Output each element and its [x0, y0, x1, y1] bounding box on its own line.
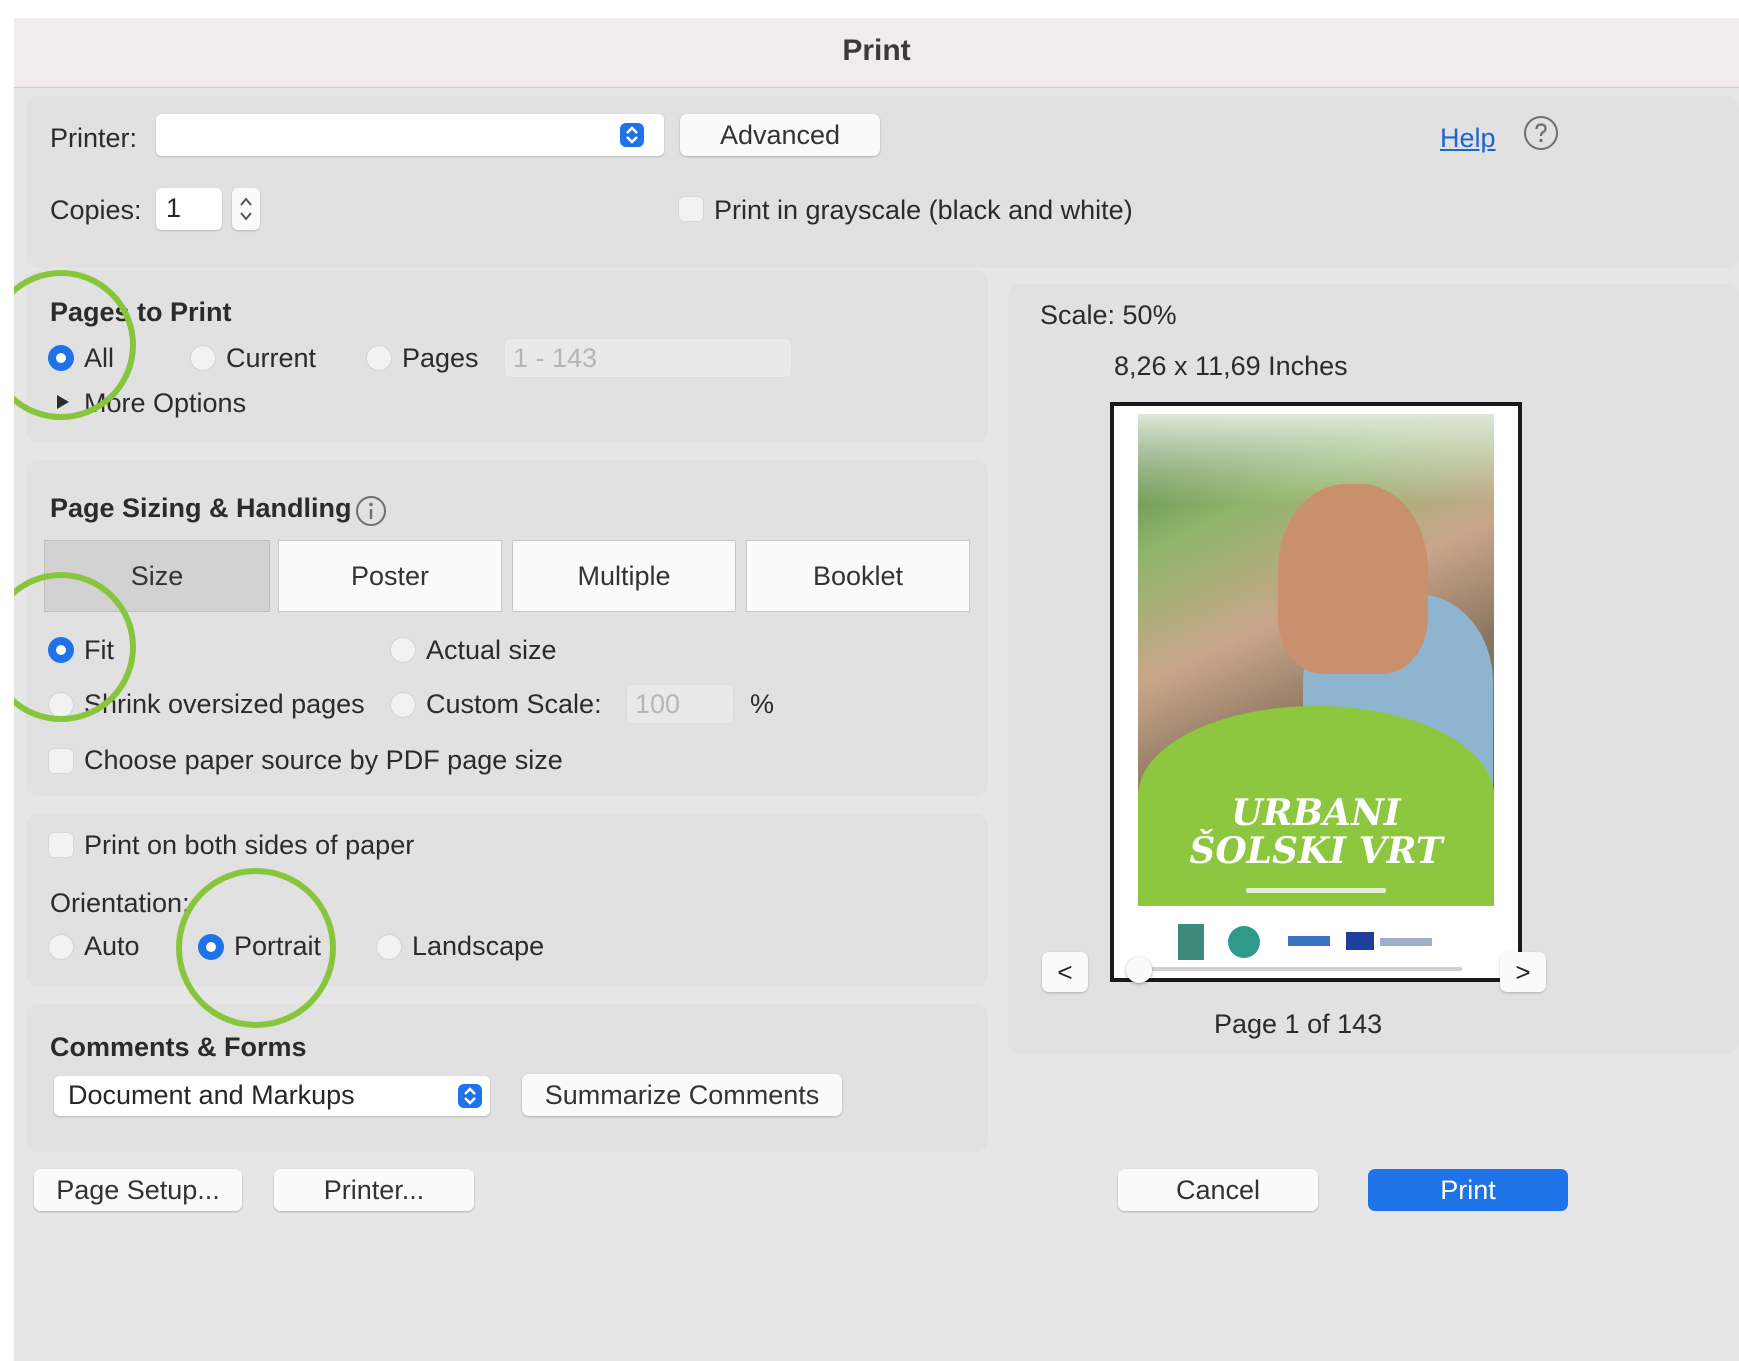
previous-page-button[interactable]: <	[1042, 952, 1088, 992]
page-slider-track[interactable]	[1132, 967, 1462, 971]
pages-range-input[interactable]: 1 - 143	[504, 338, 792, 378]
shrink-label[interactable]: Shrink oversized pages	[84, 688, 365, 720]
custom-scale-value: 100	[635, 689, 681, 719]
pages-current-radio[interactable]	[190, 345, 216, 371]
print-button[interactable]: Print	[1368, 1169, 1568, 1211]
paper-source-checkbox[interactable]	[48, 748, 74, 774]
page-setup-button[interactable]: Page Setup...	[34, 1169, 242, 1211]
copies-stepper[interactable]	[232, 188, 260, 230]
comments-forms-heading: Comments & Forms	[50, 1032, 307, 1062]
page-preview-thumbnail: URBANI ŠOLSKI VRT	[1110, 402, 1522, 982]
page-slider-knob[interactable]	[1126, 957, 1152, 983]
printer-label: Printer:	[50, 123, 138, 153]
cover-title-panel: URBANI ŠOLSKI VRT	[1138, 706, 1494, 906]
pages-current-label[interactable]: Current	[226, 342, 316, 374]
title-bar: Print	[14, 18, 1739, 88]
cover-logos	[1138, 914, 1494, 974]
orientation-landscape-label[interactable]: Landscape	[412, 930, 544, 962]
orientation-label: Orientation:	[50, 888, 190, 918]
pages-range-radio[interactable]	[366, 345, 392, 371]
comments-forms-select[interactable]: Document and Markups	[54, 1076, 490, 1116]
select-arrows-icon	[620, 123, 644, 147]
cancel-button[interactable]: Cancel	[1118, 1169, 1318, 1211]
preview-dimensions: 8,26 x 11,69 Inches	[1114, 351, 1348, 381]
paper-source-label: Choose paper source by PDF page size	[84, 745, 563, 775]
pages-range-label[interactable]: Pages	[402, 342, 479, 374]
grayscale-checkbox[interactable]	[678, 196, 704, 222]
comments-forms-value: Document and Markups	[68, 1080, 355, 1110]
actual-size-label[interactable]: Actual size	[426, 634, 557, 666]
copies-label: Copies:	[50, 195, 142, 225]
highlight-circle-portrait	[176, 868, 336, 1028]
select-arrows-icon	[458, 1084, 482, 1108]
tab-multiple[interactable]: Multiple	[512, 540, 736, 612]
copies-value: 1	[166, 193, 182, 223]
cover-title-line2: ŠOLSKI VRT	[1189, 830, 1443, 872]
page-sizing-heading: Page Sizing & Handling	[50, 493, 352, 523]
printer-button[interactable]: Printer...	[274, 1169, 474, 1211]
dialog-title: Print	[842, 34, 911, 67]
copies-input[interactable]: 1	[156, 188, 222, 230]
page-indicator: Page 1 of 143	[1214, 1009, 1383, 1039]
stepper-arrows-icon	[240, 197, 252, 221]
orientation-landscape-radio[interactable]	[376, 934, 402, 960]
percent-sign: %	[750, 689, 775, 719]
orientation-auto-label[interactable]: Auto	[84, 930, 140, 962]
custom-scale-label[interactable]: Custom Scale:	[426, 688, 602, 720]
help-link[interactable]: Help	[1440, 122, 1496, 154]
summarize-comments-button[interactable]: Summarize Comments	[522, 1074, 842, 1116]
info-icon[interactable]	[354, 494, 388, 533]
pages-range-placeholder: 1 - 143	[513, 343, 598, 373]
print-dialog: Print Printer: Advanced Help Copies: 1 P…	[14, 18, 1739, 1361]
duplex-label: Print on both sides of paper	[84, 830, 415, 860]
next-page-button[interactable]: >	[1500, 952, 1546, 992]
orientation-auto-radio[interactable]	[48, 934, 74, 960]
advanced-button[interactable]: Advanced	[680, 114, 880, 156]
duplex-checkbox[interactable]	[48, 832, 74, 858]
custom-scale-radio[interactable]	[390, 692, 416, 718]
preview-scale: Scale: 50%	[1040, 300, 1177, 330]
help-icon[interactable]	[1522, 114, 1560, 157]
actual-size-radio[interactable]	[390, 637, 416, 663]
tab-poster[interactable]: Poster	[278, 540, 502, 612]
grayscale-label: Print in grayscale (black and white)	[714, 195, 1133, 225]
tab-booklet[interactable]: Booklet	[746, 540, 970, 612]
custom-scale-input[interactable]: 100	[626, 684, 734, 724]
cover-title-line1: URBANI	[1231, 792, 1401, 834]
printer-select[interactable]	[156, 114, 664, 156]
